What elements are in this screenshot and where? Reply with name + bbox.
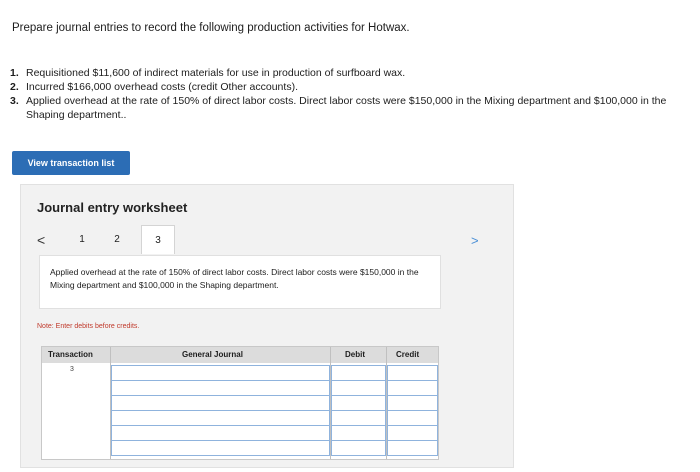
activity-text: Requisitioned $11,600 of indirect materi… bbox=[26, 67, 406, 79]
journal-entry-worksheet: Journal entry worksheet < 1 2 3 > Applie… bbox=[20, 184, 514, 468]
journal-table-header: Transaction General Journal Debit Credit bbox=[42, 347, 438, 363]
debit-cell[interactable] bbox=[331, 395, 386, 411]
activity-item: 2. Incurred $166,000 overhead costs (cre… bbox=[10, 80, 680, 94]
account-cell[interactable] bbox=[111, 380, 330, 396]
previous-arrow-icon[interactable]: < bbox=[37, 232, 45, 248]
activity-number: 1. bbox=[10, 67, 19, 79]
credit-cell[interactable] bbox=[387, 395, 438, 411]
problem-prompt: Prepare journal entries to record the fo… bbox=[12, 22, 410, 34]
tab-1[interactable]: 1 bbox=[73, 225, 91, 253]
account-cell[interactable] bbox=[111, 425, 330, 441]
activity-item: 1. Requisitioned $11,600 of indirect mat… bbox=[10, 66, 680, 80]
activity-text: Applied overhead at the rate of 150% of … bbox=[26, 95, 667, 121]
credit-cell[interactable] bbox=[387, 380, 438, 396]
account-cell[interactable] bbox=[111, 410, 330, 426]
debit-cell[interactable] bbox=[331, 410, 386, 426]
account-cell[interactable] bbox=[111, 440, 330, 456]
debit-cell[interactable] bbox=[331, 365, 386, 381]
view-transaction-list-button[interactable]: View transaction list bbox=[12, 151, 130, 175]
header-transaction: Transaction bbox=[48, 350, 93, 359]
debits-note: Note: Enter debits before credits. bbox=[37, 323, 140, 330]
header-credit: Credit bbox=[396, 350, 420, 359]
header-debit: Debit bbox=[345, 350, 365, 359]
worksheet-title: Journal entry worksheet bbox=[37, 200, 188, 215]
credit-cell[interactable] bbox=[387, 410, 438, 426]
debit-cell[interactable] bbox=[331, 440, 386, 456]
activity-number: 2. bbox=[10, 81, 19, 93]
activity-list: 1. Requisitioned $11,600 of indirect mat… bbox=[10, 66, 680, 122]
journal-table: Transaction General Journal Debit Credit… bbox=[41, 346, 439, 460]
tab-2[interactable]: 2 bbox=[108, 225, 126, 253]
activity-item: 3. Applied overhead at the rate of 150% … bbox=[10, 94, 680, 122]
tab-3-active[interactable]: 3 bbox=[141, 225, 175, 254]
credit-cell[interactable] bbox=[387, 425, 438, 441]
activity-text: Incurred $166,000 overhead costs (credit… bbox=[26, 81, 298, 93]
transaction-description: Applied overhead at the rate of 150% of … bbox=[39, 255, 441, 309]
debit-cell[interactable] bbox=[331, 380, 386, 396]
next-arrow-icon[interactable]: > bbox=[471, 233, 479, 248]
account-cell[interactable] bbox=[111, 365, 330, 381]
credit-cell[interactable] bbox=[387, 440, 438, 456]
transaction-number: 3 bbox=[70, 366, 74, 373]
account-cell[interactable] bbox=[111, 395, 330, 411]
activity-number: 3. bbox=[10, 95, 19, 107]
header-general-journal: General Journal bbox=[182, 350, 243, 359]
debit-cell[interactable] bbox=[331, 425, 386, 441]
credit-cell[interactable] bbox=[387, 365, 438, 381]
